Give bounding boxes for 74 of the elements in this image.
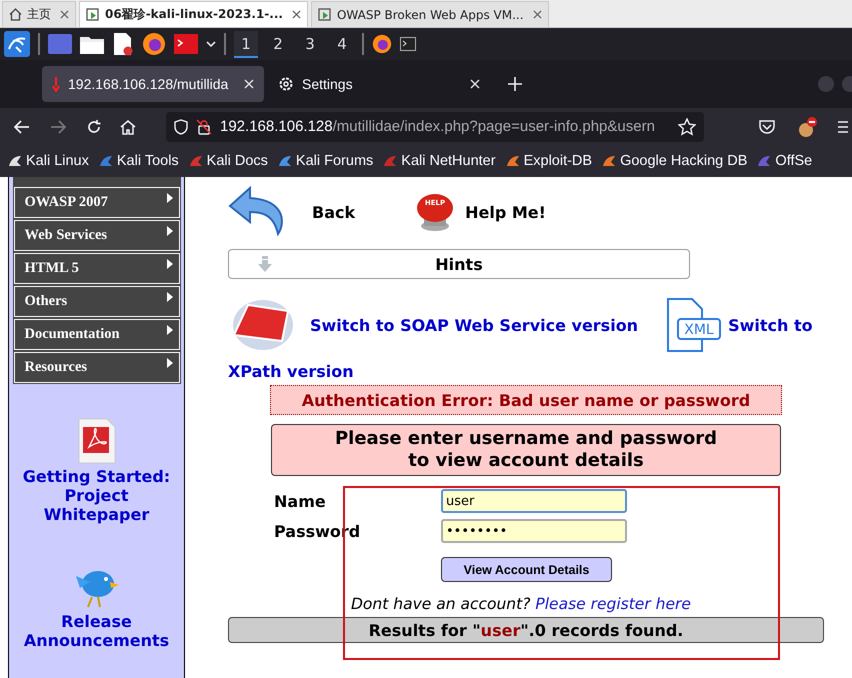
caret-icon xyxy=(166,193,172,203)
view-account-details-button[interactable]: View Account Details xyxy=(441,557,612,582)
name-label: Name xyxy=(274,492,327,510)
instructions-banner: Please enter username and password to view account details xyxy=(271,424,781,476)
caret-icon xyxy=(166,259,172,269)
icon-label: XML xyxy=(684,322,714,338)
sidebar-menu-item[interactable]: Others xyxy=(14,286,180,317)
sidebar-link[interactable]: Release Announcements xyxy=(22,612,172,650)
vm-icon xyxy=(318,8,332,22)
browser-tab[interactable]: 192.168.106.128/mutillida xyxy=(42,66,264,102)
back-icon[interactable] xyxy=(14,120,30,134)
terminal-icon[interactable] xyxy=(400,37,416,51)
reload-icon[interactable] xyxy=(86,118,102,134)
caret-icon xyxy=(166,292,172,302)
firefox-icon[interactable] xyxy=(142,32,166,56)
dragon-icon[interactable] xyxy=(4,31,30,57)
bookmark-link[interactable]: Kali Tools xyxy=(98,153,179,169)
firefox-icon[interactable] xyxy=(372,34,392,54)
register-link[interactable]: Please register here xyxy=(535,595,691,613)
bookmark-link[interactable]: Kali Docs xyxy=(188,153,268,169)
close-icon[interactable] xyxy=(292,10,301,19)
bookmark-link[interactable]: Exploit-DB xyxy=(506,153,592,169)
home-icon[interactable] xyxy=(120,118,136,134)
register-prompt: Dont have an account? Please register here xyxy=(351,595,692,613)
caret-icon xyxy=(166,325,172,335)
terminal-icon[interactable] xyxy=(174,34,198,54)
home-icon xyxy=(9,8,22,21)
bookmark-link[interactable]: OffSe xyxy=(757,153,812,169)
browser-tab[interactable]: Settings xyxy=(268,66,490,102)
address-field[interactable]: 192.168.106.128/mutillidae/index.php?page=user-info.php&usern xyxy=(166,112,704,142)
caret-icon xyxy=(166,226,172,236)
shield-icon xyxy=(174,118,188,134)
menu-icon[interactable] xyxy=(838,120,848,134)
settings-icon xyxy=(278,76,294,92)
switch-link[interactable]: Switch to xyxy=(728,316,813,334)
sidebar-menu-item[interactable]: OWASP 2007 xyxy=(14,187,180,218)
bookmark-link[interactable]: Kali NetHunter xyxy=(383,153,496,169)
new-tab-icon[interactable] xyxy=(508,77,522,91)
caret-icon[interactable] xyxy=(206,40,216,48)
page-favicon-icon xyxy=(52,76,60,92)
results-bar: Results for "user".0 records found. xyxy=(228,617,824,643)
name-field[interactable]: user xyxy=(441,489,627,513)
pocket-icon[interactable] xyxy=(758,118,776,134)
back-link[interactable]: Back xyxy=(312,202,356,222)
workspace-tab[interactable]: 4 xyxy=(330,30,354,58)
folder-icon[interactable] xyxy=(80,34,104,54)
vm-tab[interactable]: OWASP Broken Web Apps VM... xyxy=(310,1,549,27)
sidebar-menu-item[interactable]: Resources xyxy=(14,352,180,383)
switch-link[interactable]: XPath version xyxy=(228,362,354,381)
down-arrow-icon xyxy=(257,255,273,273)
vm-tab[interactable]: 06翟珍-kali-linux-2023.1-... xyxy=(79,1,308,27)
switch-link[interactable]: Switch to SOAP Web Service version xyxy=(310,316,638,334)
workspace-tab[interactable]: 3 xyxy=(298,30,322,58)
workspace-tab[interactable]: 1 xyxy=(234,30,258,58)
forward-icon[interactable] xyxy=(50,120,66,134)
star-icon[interactable] xyxy=(678,118,696,136)
vm-tab[interactable]: 主页 xyxy=(2,1,76,27)
extension-icon[interactable] xyxy=(796,116,818,138)
workspace-tab[interactable]: 2 xyxy=(266,30,290,58)
caret-icon xyxy=(166,358,172,368)
bookmark-link[interactable]: Kali Linux xyxy=(8,153,89,169)
error-message: Authentication Error: Bad user name or password xyxy=(270,385,782,415)
password-field[interactable]: •••••••• xyxy=(441,519,627,543)
insecure-lock-icon xyxy=(196,118,212,134)
vm-icon xyxy=(86,8,100,22)
help-link[interactable]: Help Me! xyxy=(465,202,546,222)
sidebar-menu-item[interactable]: HTML 5 xyxy=(14,253,180,284)
sidebar-link[interactable]: Getting Started: Project Whitepaper xyxy=(22,467,172,524)
sidebar-menu-item[interactable]: Documentation xyxy=(14,319,180,350)
bookmark-link[interactable]: Kali Forums xyxy=(278,153,374,169)
sidebar-menu-item[interactable]: Web Services xyxy=(14,220,180,251)
text-editor-icon[interactable] xyxy=(112,32,134,56)
bookmark-link[interactable]: Google Hacking DB xyxy=(602,153,748,169)
hints-bar[interactable]: Hints xyxy=(228,249,690,279)
